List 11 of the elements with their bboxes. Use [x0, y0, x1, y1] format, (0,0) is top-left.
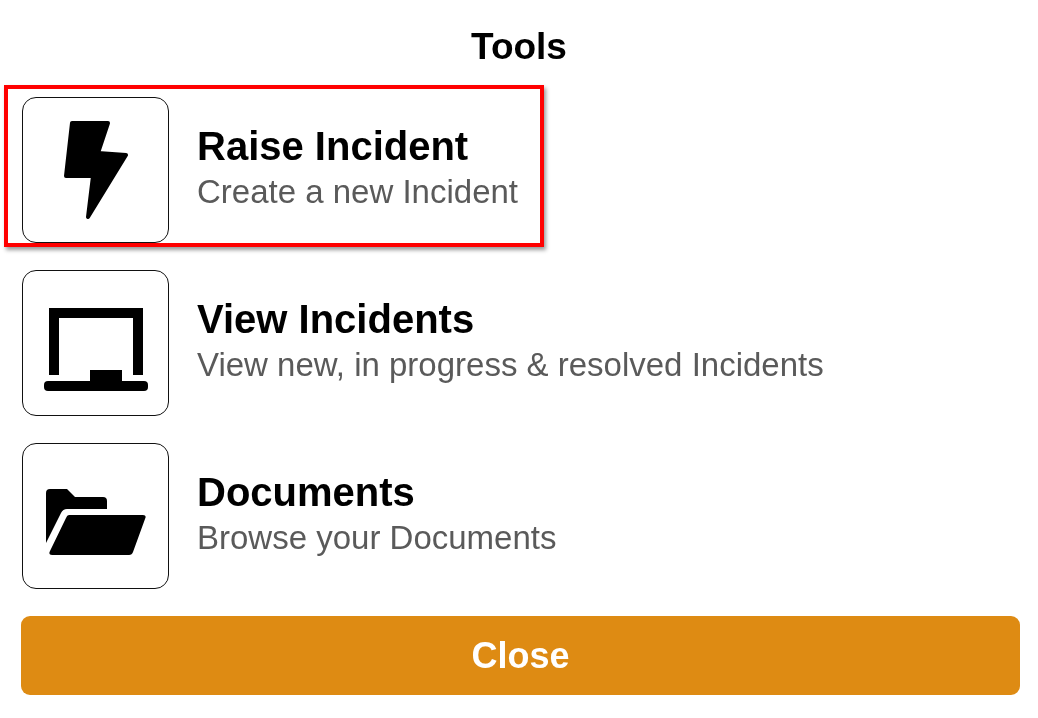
- laptop-icon: [22, 270, 169, 416]
- item-description: View new, in progress & resolved Incidents: [197, 345, 824, 385]
- dialog-title: Tools: [471, 25, 567, 69]
- tool-item[interactable]: Raise Incident Create a new Incident: [4, 85, 545, 247]
- folder-icon: [22, 443, 169, 589]
- lightning-icon: [22, 97, 169, 243]
- item-title: View Incidents: [197, 297, 475, 341]
- item-title: Documents: [197, 470, 415, 514]
- item-description: Browse your Documents: [197, 518, 557, 558]
- item-description: Create a new Incident: [197, 172, 519, 212]
- item-title: Raise Incident: [197, 124, 469, 168]
